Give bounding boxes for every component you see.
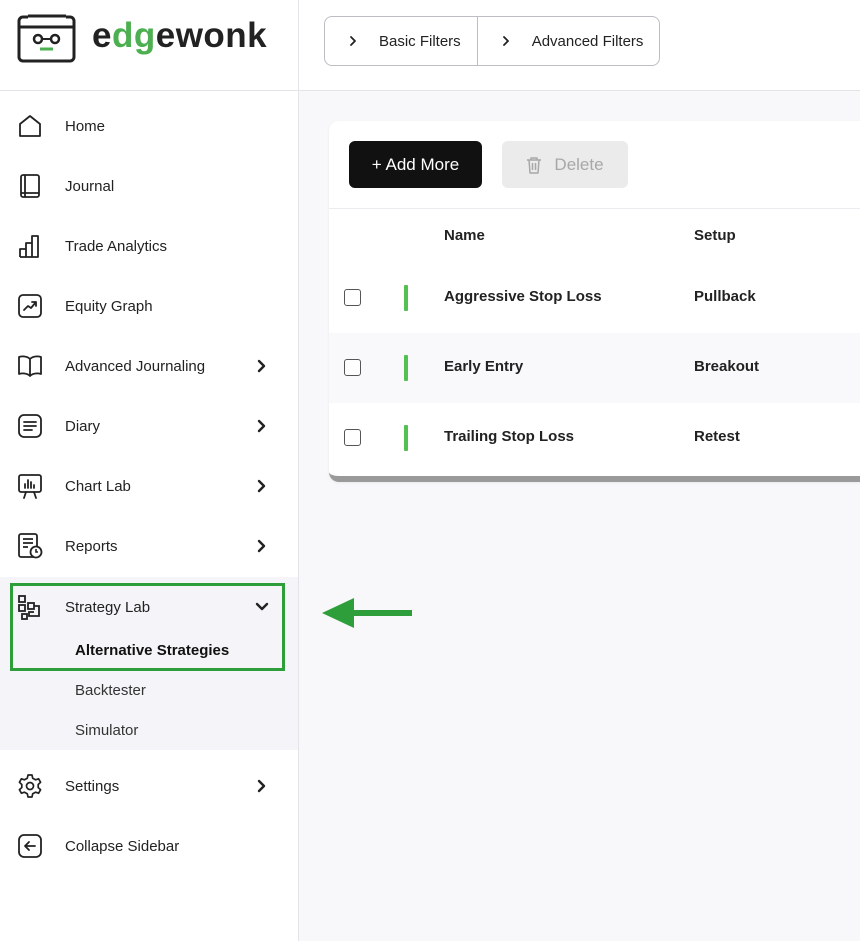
sidebar-subitem-simulator[interactable]: Simulator [75,722,138,739]
row-marker [404,355,408,381]
table-row[interactable]: Aggressive Stop Loss Pullback [329,263,860,333]
sidebar-item-label: Equity Graph [65,297,153,315]
row-setup: Breakout [694,358,760,375]
sidebar-item-label: Chart Lab [65,477,131,495]
chevron-right-icon [257,539,266,553]
row-checkbox[interactable] [344,359,361,376]
chevron-right-icon [257,479,266,493]
sidebar-item-label: Collapse Sidebar [65,837,180,855]
advanced-filters-label: Advanced Filters [531,32,644,50]
sidebar-item-journal[interactable]: Journal [0,156,298,216]
row-checkbox[interactable] [344,429,361,446]
chevron-right-icon [257,419,266,433]
sidebar-item-equity-graph[interactable]: Equity Graph [0,276,298,336]
sidebar-item-label: Journal [65,177,115,195]
report-icon [18,533,43,559]
delete-button[interactable]: Delete [502,141,628,188]
strategies-card: + Add More Delete Name Setup Aggressive … [329,121,860,482]
logo-icon [17,13,76,63]
row-setup: Pullback [694,288,756,305]
row-setup: Retest [694,428,740,445]
sidebar-item-label: Advanced Journaling [65,357,206,375]
trend-chart-icon [18,294,42,318]
advanced-filters-button[interactable]: Advanced Filters [476,17,660,65]
column-header-name: Name [444,227,485,244]
highlight-box [10,583,285,671]
sidebar-item-diary[interactable]: Diary [0,396,298,456]
sidebar-item-trade-analytics[interactable]: Trade Analytics [0,216,298,276]
row-marker [404,425,408,451]
sidebar-item-label: Trade Analytics [65,237,167,255]
row-checkbox[interactable] [344,289,361,306]
sidebar-subitem-backtester[interactable]: Backtester [75,682,146,699]
row-name: Early Entry [444,358,524,375]
delete-label: Delete [554,154,604,174]
sidebar: edgewonk Home Journal Trade Analytics Eq… [0,0,299,941]
chevron-right-icon [257,359,266,373]
collapse-icon [18,834,42,858]
sidebar-item-label: Home [65,117,106,135]
top-bar: Basic Filters Advanced Filters [299,0,860,91]
sidebar-item-label: Diary [65,417,101,435]
table-header: Name Setup [329,208,860,264]
sidebar-item-label: Reports [65,537,118,555]
brand-logo-text: edgewonk [92,16,268,55]
sidebar-item-advanced-journaling[interactable]: Advanced Journaling [0,336,298,396]
book-icon [20,174,40,198]
presentation-icon [18,474,42,499]
sidebar-item-chart-lab[interactable]: Chart Lab [0,456,298,516]
table-row[interactable]: Early Entry Breakout [329,333,860,403]
add-more-button[interactable]: + Add More [349,141,482,188]
arrow-left-icon [322,598,412,628]
chevron-right-icon [350,36,356,46]
basic-filters-label: Basic Filters [379,32,461,50]
sidebar-item-collapse[interactable]: Collapse Sidebar [0,816,298,876]
row-marker [404,285,408,311]
row-name: Aggressive Stop Loss [444,288,602,305]
open-book-icon [18,355,42,377]
sidebar-item-label: Settings [65,777,120,795]
sidebar-item-home[interactable]: Home [0,96,298,156]
column-header-setup: Setup [694,227,736,244]
bar-chart-icon [19,235,39,258]
logo-area: edgewonk [0,0,298,91]
basic-filters-button[interactable]: Basic Filters [325,17,477,65]
row-name: Trailing Stop Loss [444,428,575,445]
sidebar-item-reports[interactable]: Reports [0,516,298,576]
gear-icon [18,774,42,798]
note-icon [18,414,42,438]
home-icon [19,115,41,137]
filter-group: Basic Filters Advanced Filters [324,16,661,66]
table-row[interactable]: Trailing Stop Loss Retest [329,403,860,473]
chevron-right-icon [257,779,266,793]
trash-icon [527,156,542,174]
sidebar-item-settings[interactable]: Settings [0,756,298,816]
chevron-right-icon [502,36,509,46]
